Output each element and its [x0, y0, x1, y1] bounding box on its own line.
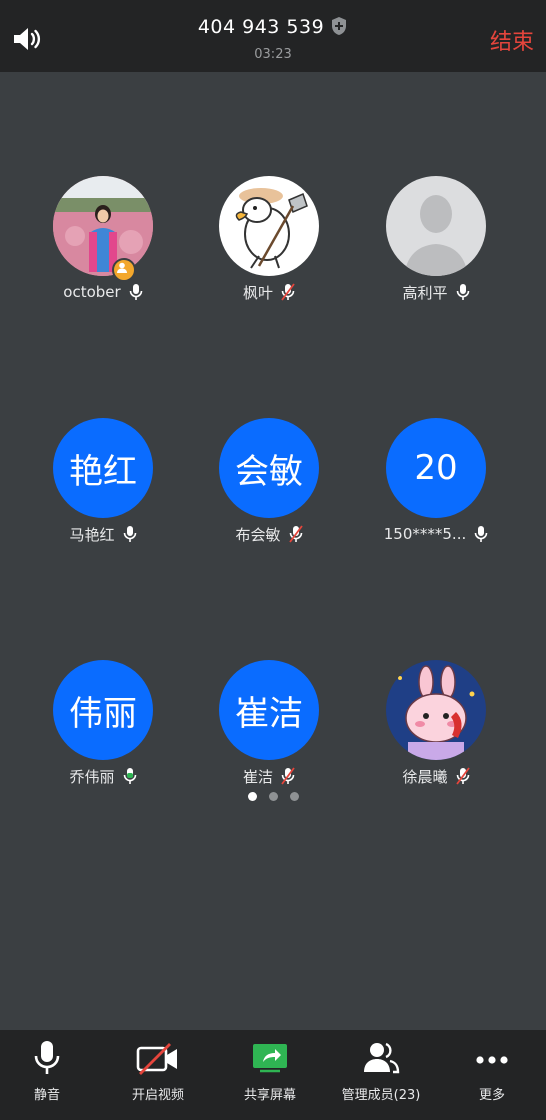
video-off-icon	[136, 1043, 177, 1075]
participant-name-row: 150****5...	[361, 524, 511, 544]
pink-bunny-avatar	[386, 660, 486, 760]
participant-name: 马艳红	[69, 525, 115, 544]
share-screen-button[interactable]: 共享屏幕	[215, 1030, 325, 1120]
muted-microphone-icon	[288, 525, 303, 543]
meeting-top-bar: 404 943 539 03:23 结束	[0, 0, 546, 72]
start-video-label: 开启视频	[131, 1088, 184, 1103]
participant-tile[interactable]: 伟丽 乔伟丽	[28, 660, 178, 786]
meeting-timer: 03:23	[254, 47, 292, 62]
end-meeting-button[interactable]: 结束	[490, 24, 534, 56]
page-dot-1[interactable]	[247, 792, 257, 801]
page-dot-3[interactable]	[289, 792, 299, 801]
participant-name-row: october	[28, 282, 178, 302]
avatar: 崔洁	[219, 660, 319, 760]
participant-photo	[53, 176, 153, 276]
participant-name-row: 马艳红	[28, 524, 178, 544]
more-label: 更多	[478, 1088, 505, 1103]
start-video-button[interactable]: 开启视频	[103, 1030, 213, 1120]
more-button[interactable]: 更多	[437, 1030, 546, 1120]
participant-tile[interactable]: 20 150****5...	[361, 418, 511, 544]
share-screen-icon	[253, 1044, 287, 1073]
shield-icon	[332, 17, 347, 35]
participant-name: 崔洁	[242, 767, 273, 786]
page-indicator[interactable]	[0, 786, 546, 805]
muted-microphone-icon	[281, 283, 295, 301]
participant-tile[interactable]: october	[28, 176, 178, 302]
muted-microphone-icon	[455, 767, 470, 785]
participant-tile[interactable]: 崔洁 崔洁	[194, 660, 344, 786]
microphone-icon	[34, 1041, 60, 1074]
mute-button[interactable]: 静音	[0, 1030, 102, 1120]
avatar: 伟丽	[53, 660, 153, 760]
participant-name: 枫叶	[242, 283, 273, 302]
muted-microphone-icon	[281, 767, 295, 785]
participant-tile[interactable]: 会敏 布会敏	[194, 418, 344, 544]
participant-name-row: 崔洁	[194, 766, 344, 786]
mute-label: 静音	[33, 1088, 60, 1103]
participant-name-row: 乔伟丽	[28, 766, 178, 786]
more-icon	[476, 1056, 508, 1064]
host-badge	[112, 258, 136, 282]
participant-name: 高利平	[402, 283, 448, 302]
avatar	[386, 176, 486, 276]
participant-name-row: 徐晨曦	[361, 766, 511, 786]
participant-tile[interactable]: 艳红 马艳红	[28, 418, 178, 544]
participant-name: 乔伟丽	[69, 767, 115, 786]
microphone-icon	[474, 526, 488, 542]
participant-tile[interactable]: 高利平	[361, 176, 511, 302]
avatar	[386, 660, 486, 760]
microphone-icon	[129, 284, 143, 300]
manage-members-label: 管理成员(23)	[341, 1088, 421, 1103]
participant-name: october	[63, 283, 121, 301]
participant-name-row: 布会敏	[194, 524, 344, 544]
manage-members-button[interactable]: 管理成员(23)	[326, 1030, 436, 1120]
participant-name: 布会敏	[235, 525, 281, 544]
meeting-id: 404 943 539	[197, 16, 325, 38]
duck-cartoon-avatar	[219, 176, 319, 276]
members-icon	[364, 1042, 400, 1074]
share-screen-label: 共享屏幕	[243, 1088, 296, 1103]
meeting-id-row[interactable]: 404 943 539	[0, 16, 546, 38]
default-avatar-icon	[386, 176, 486, 276]
microphone-icon	[456, 284, 469, 300]
participant-name: 徐晨曦	[402, 767, 448, 786]
page-dot-2[interactable]	[268, 792, 278, 801]
avatar: 20	[386, 418, 486, 518]
avatar	[53, 176, 153, 276]
meeting-toolbar: 静音 开启视频 共享屏幕 管理成员(23) 更多	[0, 1030, 546, 1120]
person-icon	[117, 262, 127, 273]
participant-tile[interactable]: 徐晨曦	[361, 660, 511, 786]
participant-name-row: 高利平	[361, 282, 511, 302]
participant-name-row: 枫叶	[194, 282, 344, 302]
microphone-icon	[123, 526, 136, 542]
avatar: 艳红	[53, 418, 153, 518]
speaking-microphone-icon	[123, 768, 136, 784]
participant-name: 150****5...	[383, 525, 467, 543]
participant-tile[interactable]: 枫叶	[194, 176, 344, 302]
avatar: 会敏	[219, 418, 319, 518]
avatar	[219, 176, 319, 276]
